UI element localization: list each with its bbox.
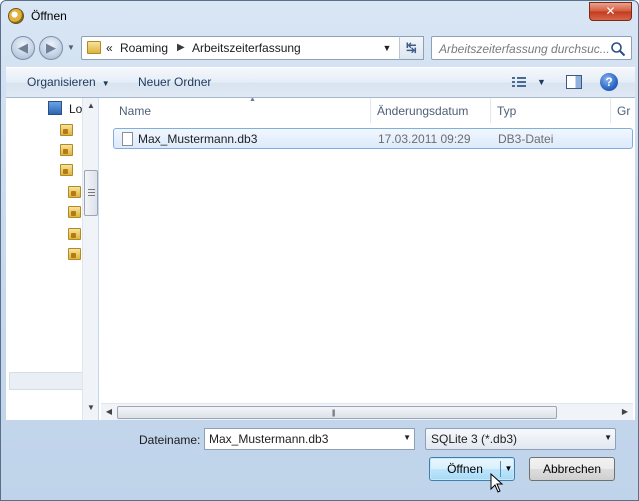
navigation-pane: Lo ▲ ▼ bbox=[6, 98, 98, 420]
sort-arrow-icon: ▲ bbox=[249, 98, 256, 103]
app-icon bbox=[8, 8, 24, 24]
column-header-type[interactable]: Typ bbox=[491, 98, 611, 123]
locked-folder-icon[interactable] bbox=[68, 186, 81, 198]
locked-folder-icon[interactable] bbox=[68, 248, 81, 260]
preview-pane-icon[interactable] bbox=[566, 75, 582, 89]
scrollbar-thumb[interactable] bbox=[84, 170, 98, 216]
grip-icon bbox=[88, 189, 95, 196]
nav-pane-scrollbar[interactable]: ▲ ▼ bbox=[82, 98, 98, 420]
locked-folder-icon[interactable] bbox=[60, 124, 73, 136]
address-dropdown-icon[interactable]: ▼ bbox=[379, 40, 395, 56]
cancel-button[interactable]: Abbrechen bbox=[529, 457, 615, 481]
file-icon bbox=[122, 132, 133, 146]
scrollbar-thumb[interactable]: ||| bbox=[117, 406, 557, 419]
recent-locations-arrow-icon[interactable]: ▼ bbox=[67, 43, 75, 52]
caret-down-icon: ▼ bbox=[101, 79, 110, 88]
folder-icon[interactable] bbox=[60, 164, 73, 176]
filename-field[interactable]: Max_Mustermann.db3 ▼ bbox=[204, 428, 415, 450]
chevron-down-icon[interactable]: ▼ bbox=[604, 433, 612, 442]
chevron-down-icon[interactable]: ▼ bbox=[403, 433, 411, 442]
scroll-up-icon[interactable]: ▲ bbox=[83, 98, 99, 114]
file-type-filter[interactable]: SQLite 3 (*.db3) ▼ bbox=[425, 428, 616, 450]
breadcrumb-arbeitszeiterfassung[interactable]: Arbeitszeiterfassung bbox=[192, 41, 301, 55]
open-file-dialog: Öffnen ✕ ◀ ▶ ▼ « Roaming ▶ Arbeitszeiter… bbox=[0, 0, 639, 501]
refresh-button[interactable]: ↹ bbox=[399, 36, 424, 60]
filter-value: SQLite 3 (*.db3) bbox=[431, 432, 518, 446]
locked-folder-icon[interactable] bbox=[68, 228, 81, 240]
file-type: DB3-Datei bbox=[498, 132, 554, 146]
scroll-left-icon[interactable]: ◀ bbox=[101, 404, 117, 420]
window-title: Öffnen bbox=[31, 9, 67, 23]
search-box[interactable]: Arbeitszeiterfassung durchsuc... bbox=[431, 36, 632, 60]
command-bar: Organisieren ▼ Neuer Ordner ▼ ? bbox=[6, 67, 635, 98]
breadcrumb-roaming[interactable]: Roaming bbox=[120, 41, 168, 55]
organize-label: Organisieren bbox=[27, 75, 96, 89]
computer-icon[interactable] bbox=[48, 101, 62, 115]
title-bar[interactable]: Öffnen ✕ bbox=[1, 1, 638, 31]
close-button[interactable]: ✕ bbox=[589, 2, 632, 21]
help-icon[interactable]: ? bbox=[600, 73, 618, 91]
forward-button[interactable]: ▶ bbox=[39, 36, 63, 60]
mouse-cursor-icon bbox=[490, 473, 504, 493]
new-folder-button[interactable]: Neuer Ordner bbox=[138, 75, 211, 89]
view-options-icon[interactable] bbox=[512, 76, 526, 88]
navigation-bar: ◀ ▶ ▼ « Roaming ▶ Arbeitszeiterfassung ▼… bbox=[9, 34, 632, 62]
column-header-name[interactable]: ▲ Name bbox=[113, 98, 371, 123]
grip-icon: ||| bbox=[332, 410, 336, 417]
column-header-date[interactable]: Änderungsdatum bbox=[371, 98, 491, 123]
column-header-size[interactable]: Gr bbox=[611, 98, 635, 123]
address-bar[interactable]: « Roaming ▶ Arbeitszeiterfassung ▼ bbox=[81, 36, 424, 60]
horizontal-scrollbar[interactable]: ◀ ||| ▶ bbox=[101, 403, 633, 420]
breadcrumb-separator[interactable]: ▶ bbox=[177, 42, 185, 53]
file-list: ▲ Name Änderungsdatum Typ Gr Max_Musterm… bbox=[99, 98, 635, 420]
view-dropdown-icon[interactable]: ▼ bbox=[537, 77, 546, 87]
scroll-down-icon[interactable]: ▼ bbox=[83, 400, 99, 416]
nav-item-label[interactable]: Lo bbox=[69, 102, 82, 116]
filename-label: Dateiname: bbox=[139, 433, 201, 447]
file-name: Max_Mustermann.db3 bbox=[138, 132, 258, 146]
nav-pane-footer bbox=[9, 372, 93, 390]
scroll-right-icon[interactable]: ▶ bbox=[617, 404, 633, 420]
breadcrumb-overflow[interactable]: « bbox=[106, 41, 113, 55]
back-button[interactable]: ◀ bbox=[11, 36, 35, 60]
column-header-label: Name bbox=[119, 104, 152, 118]
folder-icon bbox=[87, 41, 101, 54]
folder-icon[interactable] bbox=[60, 144, 73, 156]
folder-icon[interactable] bbox=[68, 206, 81, 218]
table-row[interactable]: Max_Mustermann.db3 17.03.2011 09:29 DB3-… bbox=[113, 128, 633, 149]
search-input[interactable]: Arbeitszeiterfassung durchsuc... bbox=[439, 42, 610, 56]
search-icon[interactable] bbox=[610, 41, 626, 57]
filename-value[interactable]: Max_Mustermann.db3 bbox=[209, 432, 328, 446]
organize-menu-button[interactable]: Organisieren ▼ bbox=[27, 75, 110, 89]
file-date: 17.03.2011 09:29 bbox=[378, 132, 471, 146]
